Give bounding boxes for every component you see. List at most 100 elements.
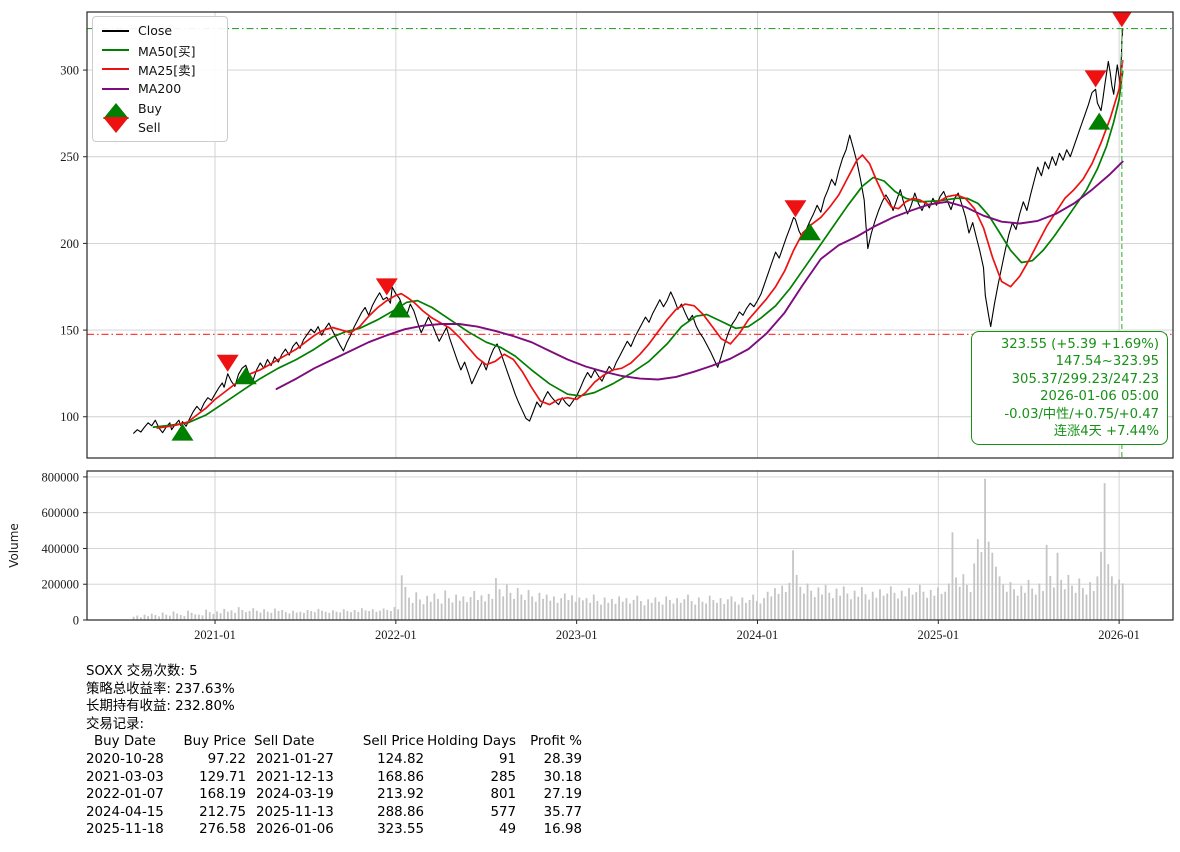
volume-bar xyxy=(278,611,280,620)
volume-bar xyxy=(321,611,323,620)
volume-bar xyxy=(868,600,870,620)
volume-bar xyxy=(1075,593,1077,620)
volume-bar xyxy=(568,600,570,620)
volume-bar xyxy=(745,603,747,620)
trade-col-header: Buy Date xyxy=(86,733,182,751)
volume-bar xyxy=(904,596,906,620)
volume-bar xyxy=(636,596,638,620)
volume-bar xyxy=(462,596,464,620)
trade-cell: 91 xyxy=(424,751,516,769)
trade-cell: 2024-04-15 xyxy=(86,804,182,822)
trade-cell: 49 xyxy=(424,821,516,839)
volume-bar xyxy=(202,615,204,620)
volume-bar xyxy=(216,611,218,620)
volume-bar xyxy=(173,611,175,620)
close-line-sample xyxy=(102,30,129,32)
volume-bar xyxy=(930,590,932,620)
trade-table-header: Buy DateBuy PriceSell DateSell PriceHold… xyxy=(86,733,646,751)
trade-col-header: Sell Date xyxy=(246,733,350,751)
volume-bar xyxy=(944,592,946,620)
volume-bar xyxy=(260,612,262,620)
volume-bar xyxy=(1064,589,1066,620)
annotation-signal-line: -0.03/中性/+0.75/+0.47 xyxy=(980,406,1159,423)
volume-bar xyxy=(466,602,468,620)
volume-bar xyxy=(807,584,809,620)
trade-cell: 30.18 xyxy=(516,769,582,787)
volume-bar xyxy=(955,577,957,620)
volume-bar xyxy=(452,602,454,620)
volume-bar xyxy=(1057,553,1059,620)
x-tick-label: 2026-01 xyxy=(1098,628,1140,642)
volume-bar xyxy=(560,598,562,620)
volume-bar xyxy=(1046,545,1048,620)
x-tick-label: 2022-01 xyxy=(375,628,417,642)
volume-bar xyxy=(825,585,827,620)
volume-bar xyxy=(506,585,508,620)
trade-row: 2021-03-03129.712021-12-13168.8628530.18 xyxy=(86,769,646,787)
volume-bar xyxy=(901,591,903,620)
legend-item-ma200: MA200 xyxy=(102,79,218,98)
volume-bar xyxy=(629,604,631,620)
volume-bar xyxy=(1078,579,1080,620)
volume-bar xyxy=(995,567,997,620)
volume-bar xyxy=(720,598,722,620)
trade-cell: 2025-11-13 xyxy=(246,804,350,822)
volume-bar xyxy=(843,586,845,620)
volume-bar xyxy=(665,596,667,620)
volume-bar xyxy=(401,575,403,620)
volume-bar xyxy=(433,594,435,620)
volume-bar xyxy=(169,616,171,620)
volume-bar xyxy=(165,615,167,620)
volume-bar xyxy=(846,594,848,620)
volume-bar xyxy=(727,599,729,620)
volume-bar xyxy=(441,604,443,620)
trade-cell: 2022-01-07 xyxy=(86,786,182,804)
volume-bar xyxy=(314,612,316,620)
legend-label-close: Close xyxy=(138,23,172,38)
volume-bar xyxy=(767,592,769,620)
trade-cell: 2025-11-18 xyxy=(86,821,182,839)
volume-bar xyxy=(673,604,675,620)
trade-cell: 323.55 xyxy=(350,821,424,839)
trade-col-header: Sell Price xyxy=(350,733,424,751)
price-tick-label: 200 xyxy=(60,237,79,251)
trade-cell: 27.19 xyxy=(516,786,582,804)
volume-bar xyxy=(564,594,566,620)
volume-bar xyxy=(785,592,787,620)
volume-bar xyxy=(426,596,428,620)
volume-bar xyxy=(437,599,439,620)
volume-bar xyxy=(281,610,283,620)
volume-bar xyxy=(593,595,595,620)
volume-bar xyxy=(691,601,693,620)
volume-bar xyxy=(1010,582,1012,620)
volume-bar xyxy=(738,605,740,620)
volume-bar xyxy=(412,603,414,620)
volume-bar xyxy=(575,602,577,620)
volume-bar xyxy=(600,605,602,620)
volume-bar xyxy=(303,613,305,620)
volume-bar xyxy=(448,598,450,620)
volume-bar xyxy=(999,576,1001,620)
volume-bar xyxy=(557,603,559,620)
volume-bar xyxy=(589,603,591,620)
volume-bar xyxy=(502,596,504,620)
volume-bar xyxy=(542,599,544,620)
volume-bar xyxy=(296,612,298,620)
volume-bar xyxy=(683,599,685,620)
volume-bar xyxy=(836,589,838,620)
volume-bar xyxy=(832,598,834,620)
volume-bar xyxy=(328,613,330,620)
volume-bar xyxy=(981,552,983,620)
volume-bar xyxy=(712,600,714,620)
volume-bar xyxy=(582,600,584,620)
volume-bar xyxy=(455,595,457,620)
volume-bar xyxy=(267,612,269,620)
trade-cell: 168.86 xyxy=(350,769,424,787)
volume-bar xyxy=(763,598,765,620)
volume-bar xyxy=(886,594,888,620)
volume-bar xyxy=(821,595,823,620)
volume-bar xyxy=(430,602,432,620)
legend-item-close: Close xyxy=(102,21,218,40)
volume-bar xyxy=(1035,595,1037,620)
volume-bar xyxy=(1006,592,1008,620)
